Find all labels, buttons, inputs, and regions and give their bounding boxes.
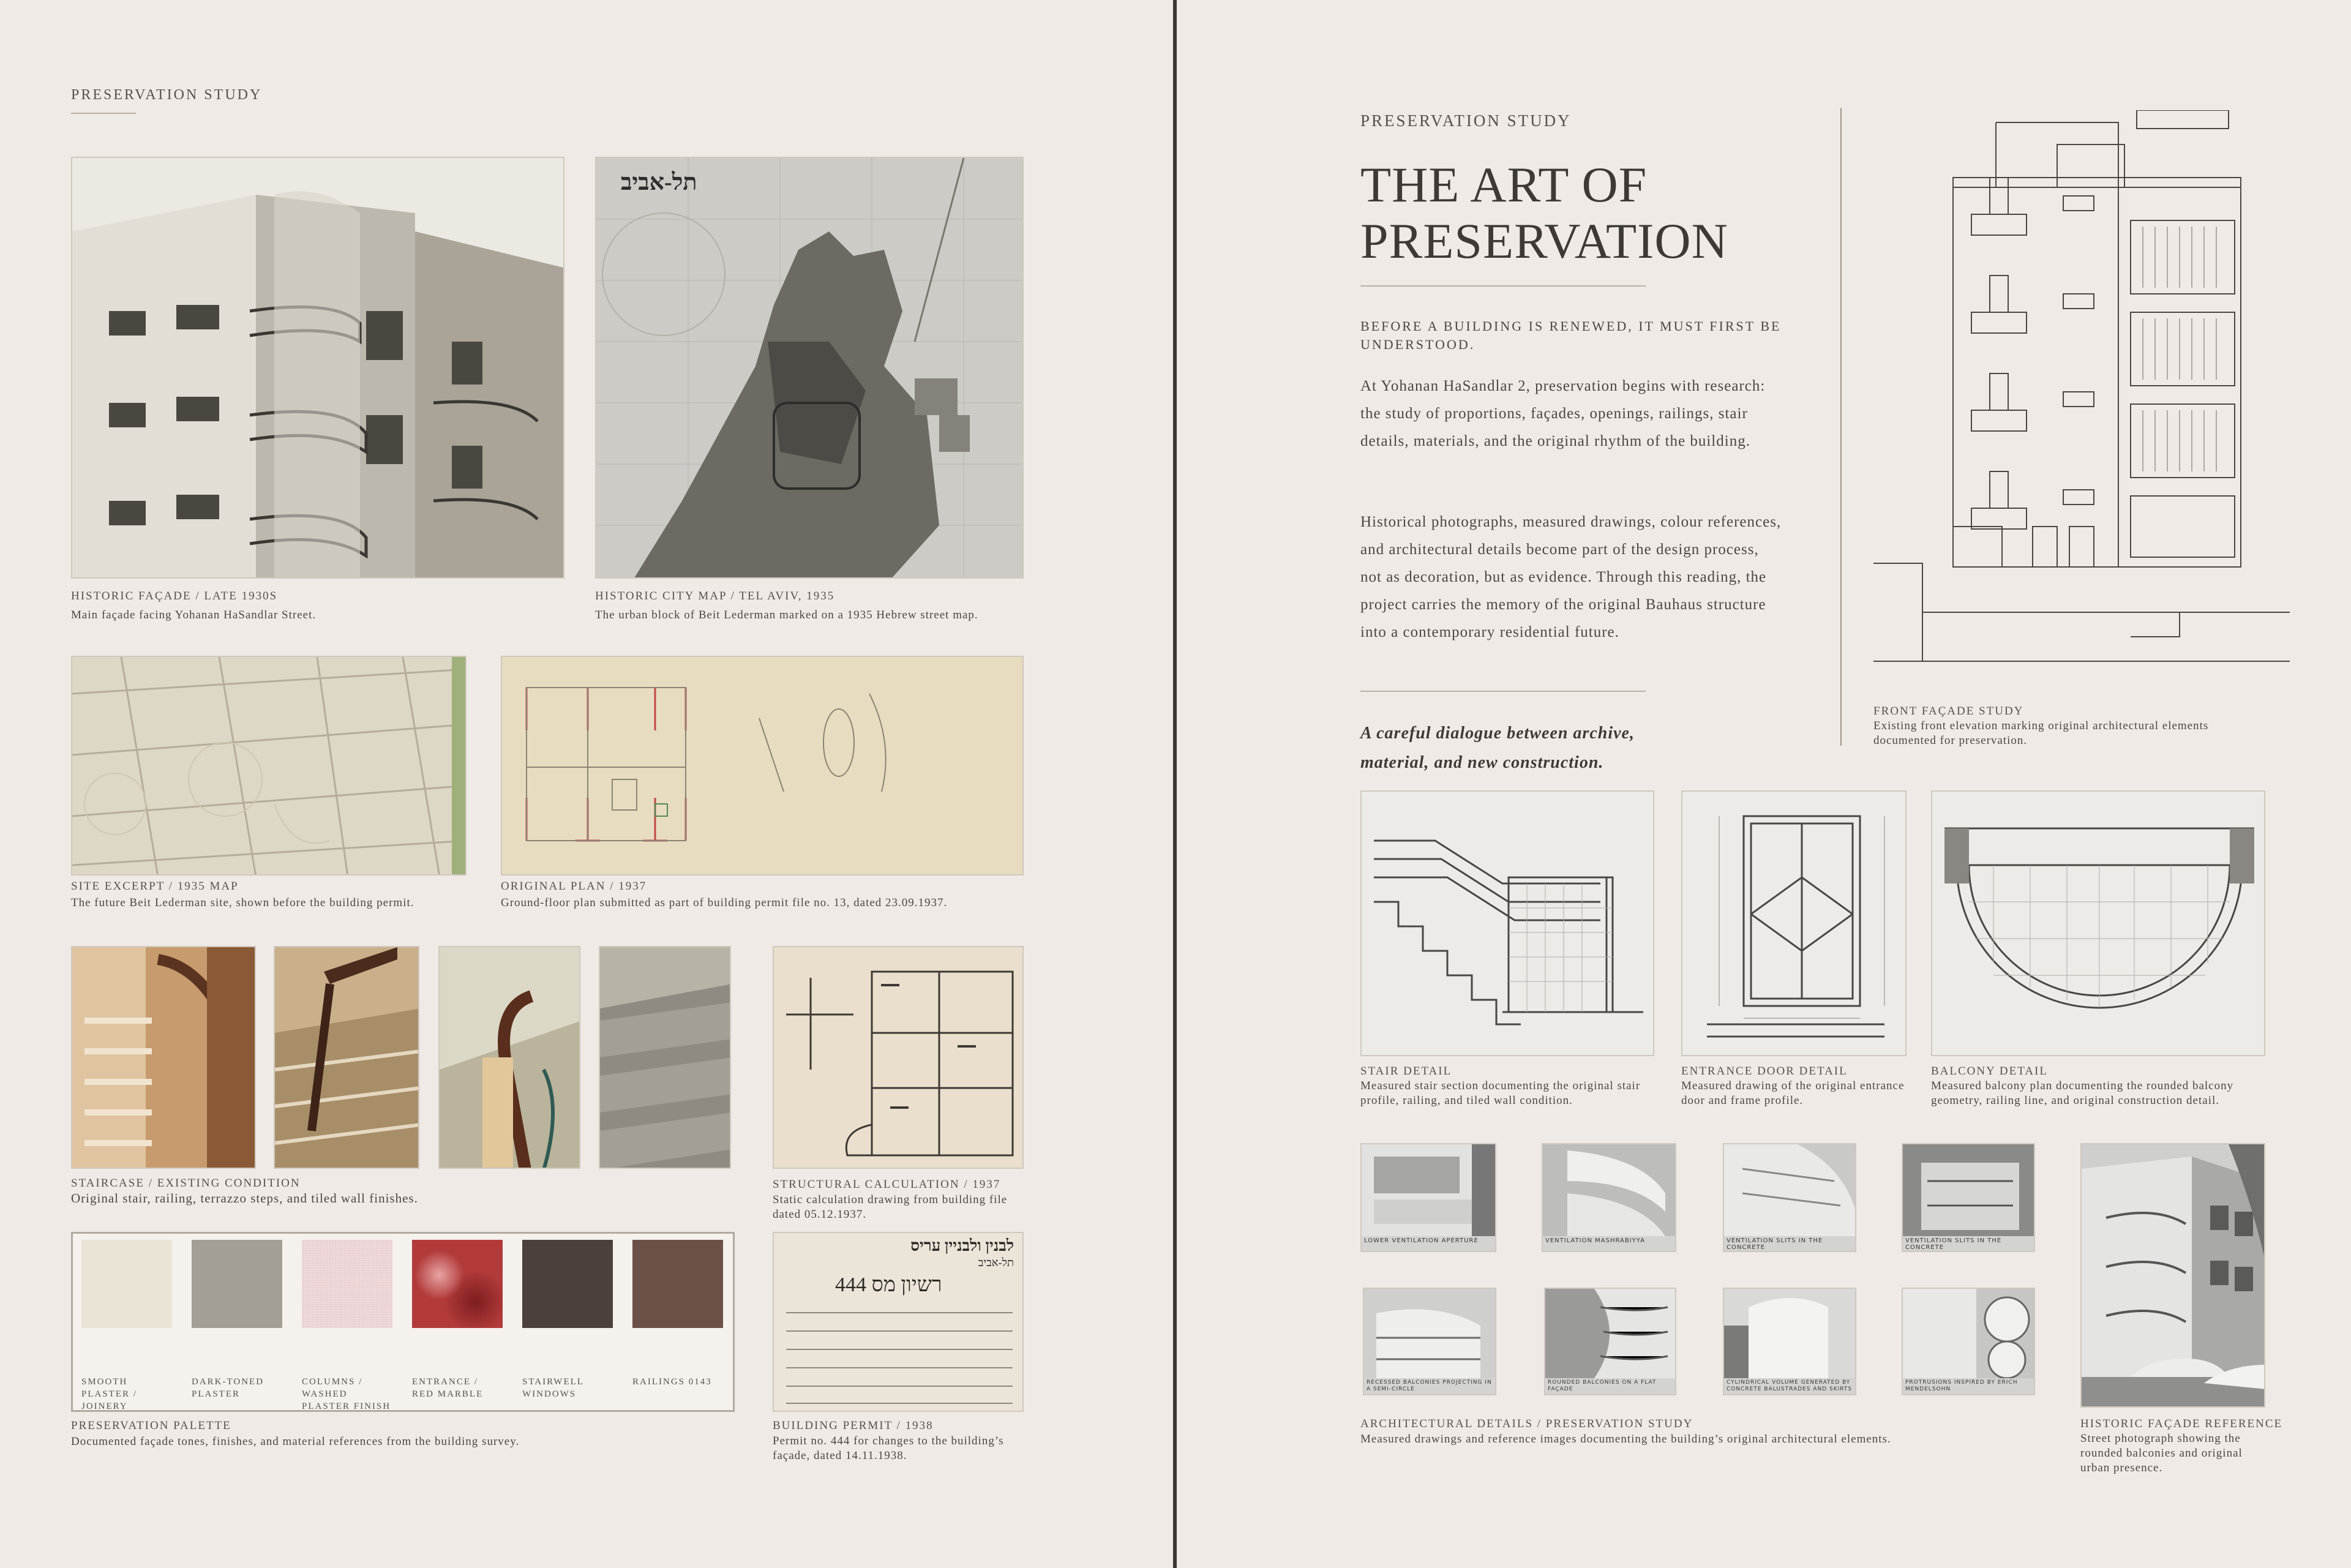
page-title: THE ART OF PRESERVATION [1360,157,1728,269]
palette-swatch [302,1240,392,1328]
caption-desc: Ground-floor plan submitted as part of b… [501,896,948,909]
thumb-label: RECESSED BALCONIES PROJECTING IN A SEMI-… [1367,1379,1492,1392]
subtitle: BEFORE A BUILDING IS RENEWED, IT MUST FI… [1360,318,1782,352]
caption-title: HISTORIC CITY MAP / TEL AVIV, 1935 [595,590,835,602]
kicker-rule [71,113,136,114]
caption-title: HISTORIC FAÇADE REFERENCE [2080,1417,2283,1430]
thumb-label: ROUNDED BALCONIES ON A FLAT FAÇADE [1548,1379,1657,1392]
caption-desc: Static calculation drawing from building… [773,1193,1008,1221]
caption-desc: Existing front elevation marking origina… [1873,719,2209,747]
page-spine [1173,0,1177,1568]
quote: A careful dialogue between archive, mate… [1360,724,1635,772]
thumb-label: PROTRUSIONS INSPIRED BY ERICH MENDELSOHN [1905,1379,2018,1392]
column-divider [1840,108,1842,746]
caption-desc: The future Beit Lederman site, shown bef… [71,896,414,909]
front-facade-drawing[interactable] [1873,110,2290,667]
thumb-label: CYLINDRICAL VOLUME GENERATED BY CONCRETE… [1727,1379,1853,1392]
permit-subheader: תל-אביב [978,1256,1014,1269]
caption-desc: Measured balcony plan documenting the ro… [1931,1079,2234,1107]
swatch-label: STAIRWELL WINDOWS [522,1377,584,1399]
caption-desc: Documented façade tones, finishes, and m… [71,1435,520,1448]
body-paragraph: Historical photographs, measured drawing… [1360,514,1782,640]
arch-detail-photo[interactable]: PROTRUSIONS INSPIRED BY ERICH MENDELSOHN [1902,1288,2035,1395]
caption-title: ARCHITECTURAL DETAILS / PRESERVATION STU… [1360,1417,1693,1430]
palette-swatch [81,1240,172,1328]
thumb-label: VENTILATION MASHRABIYYA [1545,1237,1645,1244]
site-excerpt-map[interactable] [71,656,467,876]
arch-detail-photo[interactable]: RECESSED BALCONIES PROJECTING IN A SEMI-… [1363,1288,1496,1395]
caption-desc: Street photograph showing the rounded ba… [2080,1432,2243,1474]
arch-detail-photo[interactable]: ROUNDED BALCONIES ON A FLAT FAÇADE [1544,1288,1676,1395]
caption-title: ORIGINAL PLAN / 1937 [501,880,647,893]
arch-detail-photo[interactable]: VENTILATION MASHRABIYYA [1542,1143,1676,1252]
caption-title: HISTORIC FAÇADE / LATE 1930S [71,590,278,602]
caption-desc: The urban block of Beit Lederman marked … [595,609,978,621]
caption-desc: Measured drawings and reference images d… [1360,1433,1891,1446]
historic-facade-photo[interactable] [71,157,564,579]
title-line: THE ART OF [1360,157,1648,212]
caption-title: ENTRANCE DOOR DETAIL [1681,1065,1848,1078]
caption-title: PRESERVATION PALETTE [71,1419,231,1432]
caption-title: STAIR DETAIL [1360,1065,1452,1078]
staircase-photo[interactable] [599,946,731,1169]
palette-swatch [412,1240,503,1328]
swatch-label: DARK-TONED PLASTER [192,1377,264,1399]
original-plan-drawing[interactable] [501,656,1024,876]
arch-detail-photo[interactable]: VENTILATION SLITS IN THE CONCRETE [1723,1143,1856,1252]
thumb-label: LOWER VENTILATION APERTURE [1364,1237,1479,1244]
caption-title: BALCONY DETAIL [1931,1065,2048,1078]
right-kicker: PRESERVATION STUDY [1360,111,1572,130]
caption-title: BUILDING PERMIT / 1938 [773,1419,934,1432]
structural-calculation-drawing[interactable] [773,946,1024,1169]
stair-detail-drawing[interactable] [1360,790,1654,1056]
swatch-label: RAILINGS 0143 [632,1377,712,1387]
permit-number: רשיון מס 444 [835,1274,942,1296]
historic-city-map[interactable]: תל-אביב [595,157,1024,579]
caption-desc: Measured drawing of the original entranc… [1681,1079,1905,1107]
balcony-detail-drawing[interactable] [1931,790,2265,1056]
building-permit-document[interactable]: לבנין ולבניין עריס תל-אביב רשיון מס 444 [773,1232,1024,1412]
palette-swatch [192,1240,282,1328]
caption-title: STRUCTURAL CALCULATION / 1937 [773,1178,1001,1191]
caption-title: FRONT FAÇADE STUDY [1873,705,2024,718]
staircase-photo[interactable] [274,946,419,1169]
palette-swatch [522,1240,613,1328]
thumb-label: VENTILATION SLITS IN THE CONCRETE [1727,1237,1823,1251]
preservation-palette: SMOOTH PLASTER / JOINERY DARK-TONED PLAS… [71,1232,735,1412]
swatch-label: COLUMNS / WASHED PLASTER FINISH [302,1377,391,1411]
caption-title: STAIRCASE / EXISTING CONDITION [71,1177,301,1190]
arch-detail-photo[interactable]: LOWER VENTILATION APERTURE [1360,1143,1496,1252]
palette-swatch [632,1240,723,1328]
entrance-door-drawing[interactable] [1681,790,1907,1056]
caption-desc: Main façade facing Yohanan HaSandlar Str… [71,609,317,621]
quote-rule [1360,691,1646,692]
thumb-label: VENTILATION SLITS IN THE CONCRETE [1905,1237,2002,1251]
intro-paragraph: At Yohanan HaSandlar 2, preservation beg… [1360,378,1766,449]
caption-desc: Original stair, railing, terrazzo steps,… [71,1191,418,1206]
map-header-text: תל-אביב [621,170,697,195]
caption-title: SITE EXCERPT / 1935 MAP [71,880,239,893]
arch-detail-photo[interactable]: CYLINDRICAL VOLUME GENERATED BY CONCRETE… [1723,1288,1856,1395]
historic-street-photo[interactable] [2080,1143,2265,1408]
title-line: PRESERVATION [1360,213,1728,269]
staircase-photo[interactable] [71,946,256,1169]
swatch-label: ENTRANCE / RED MARBLE [412,1377,484,1399]
arch-detail-photo[interactable]: VENTILATION SLITS IN THE CONCRETE [1902,1143,2035,1252]
permit-header: לבנין ולבניין עריס [910,1237,1014,1255]
caption-desc: Measured stair section documenting the o… [1360,1079,1641,1107]
title-rule [1360,285,1646,287]
caption-desc: Permit no. 444 for changes to the buildi… [773,1435,1004,1462]
staircase-photo[interactable] [438,946,580,1169]
left-kicker: PRESERVATION STUDY [71,87,263,103]
swatch-label: SMOOTH PLASTER / JOINERY [81,1377,137,1411]
